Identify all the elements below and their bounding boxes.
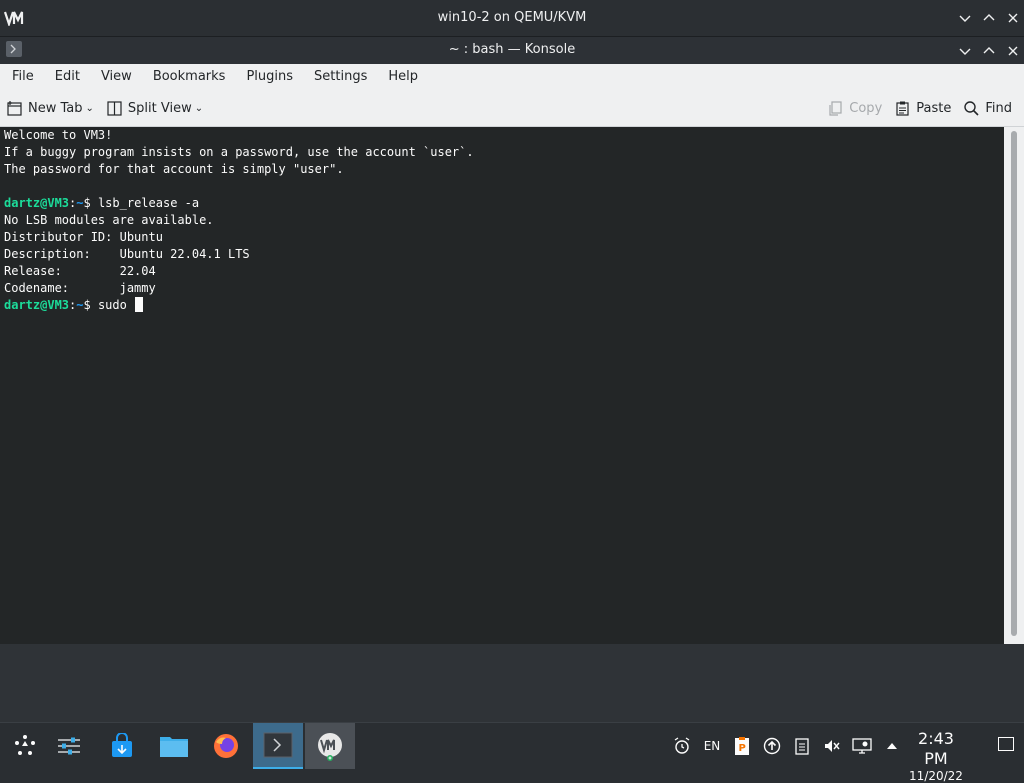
- close-icon: [1008, 46, 1017, 55]
- new-tab-label: New Tab: [28, 100, 83, 116]
- terminal-lines: Welcome to VM3! If a buggy program insist…: [0, 127, 1004, 314]
- konsole-window-title: ~ : bash — Konsole: [448, 42, 576, 57]
- copy-button[interactable]: Copy: [821, 93, 888, 123]
- update-icon[interactable]: [761, 735, 783, 757]
- network-display-icon[interactable]: [851, 735, 873, 757]
- discover-store-icon[interactable]: [97, 723, 147, 769]
- system-settings-icon[interactable]: [44, 723, 94, 769]
- prompt-path: ~: [76, 196, 84, 210]
- chevron-down-icon: ⌄: [85, 102, 94, 114]
- chevron-up-icon: [983, 46, 994, 53]
- konsole-minimize-button[interactable]: [953, 40, 976, 62]
- scrollbar-thumb[interactable]: [1011, 131, 1017, 636]
- vm-close-button[interactable]: [1001, 7, 1024, 29]
- copy-icon: [829, 100, 842, 116]
- prompt-command: sudo: [97, 298, 135, 312]
- menu-bar: File Edit View Bookmarks Plugins Setting…: [0, 64, 1024, 90]
- terminal-text-line: Release: 22.04: [4, 264, 156, 278]
- terminal-text-line: Distributor ID: Ubuntu: [4, 230, 163, 244]
- menu-file[interactable]: File: [0, 64, 43, 90]
- clipboard-p-icon[interactable]: P: [731, 735, 753, 757]
- paste-icon: [896, 101, 909, 116]
- digital-clock[interactable]: 2:43 PM 11/20/22: [904, 729, 968, 783]
- sliders-icon: [58, 737, 80, 755]
- konsole-window-controls: [952, 37, 1024, 64]
- application-launcher-icon[interactable]: [0, 723, 50, 769]
- split-view-label: Split View: [127, 100, 192, 116]
- terminal-text-line: Description: Ubuntu 22.04.1 LTS: [4, 247, 250, 261]
- folder-icon: [160, 737, 188, 757]
- terminal-text-line: [4, 178, 1004, 195]
- vm-minimize-button[interactable]: [953, 7, 976, 29]
- menu-plugins[interactable]: Plugins: [234, 64, 302, 90]
- find-button[interactable]: Find: [957, 93, 1018, 123]
- terminal-text-line: No LSB modules are available.: [4, 213, 214, 227]
- menu-settings[interactable]: Settings: [302, 64, 376, 90]
- konsole-titlebar[interactable]: ~ : bash — Konsole: [0, 37, 1024, 65]
- text-cursor: [135, 297, 144, 312]
- firefox-icon[interactable]: [201, 723, 251, 769]
- virt-manager-icon[interactable]: [305, 723, 355, 769]
- close-icon: [1008, 13, 1017, 23]
- prompt-command: lsb_release -a: [97, 196, 200, 210]
- prompt-user-host: dartz@VM3: [4, 196, 70, 210]
- virt-manager-logo-icon: [318, 733, 342, 761]
- paste-label: Paste: [916, 100, 952, 116]
- vm-window-controls: [952, 0, 1024, 36]
- vm-window-title: win10-2 on QEMU/KVM: [437, 10, 587, 25]
- terminal-icon: [263, 732, 293, 758]
- system-tray: EN P: [667, 723, 907, 769]
- search-icon: [964, 100, 979, 116]
- terminal-output[interactable]: Welcome to VM3! If a buggy program insist…: [0, 127, 1004, 644]
- shopping-bag-icon: [112, 733, 132, 757]
- chevron-up-icon: [983, 14, 994, 21]
- chevron-down-icon: ⌄: [194, 102, 204, 114]
- new-tab-button[interactable]: New Tab ⌄: [0, 93, 100, 123]
- alarm-icon[interactable]: [671, 735, 693, 757]
- taskbar: EN P 2:43 PM 11/20/22: [0, 722, 1024, 783]
- keyboard-layout-indicator[interactable]: EN: [701, 735, 723, 757]
- prompt-symbol: $: [83, 196, 98, 210]
- vm-background: [0, 644, 1024, 722]
- terminal-text-line: Codename: jammy: [4, 281, 156, 295]
- volume-muted-icon[interactable]: [821, 735, 843, 757]
- konsole-maximize-button[interactable]: [977, 40, 1000, 62]
- launcher-symbol-icon: [15, 735, 35, 755]
- svg-text:P: P: [739, 743, 746, 754]
- clock-time: 2:43 PM: [918, 729, 954, 768]
- konsole-close-button[interactable]: [1001, 40, 1024, 62]
- chevron-down-icon: [959, 48, 970, 55]
- prompt-path: ~: [76, 298, 84, 312]
- menu-bookmarks[interactable]: Bookmarks: [141, 64, 235, 90]
- terminal-text-line: The password for that account is simply …: [4, 162, 344, 176]
- split-view-icon: [107, 100, 122, 116]
- vm-maximize-button[interactable]: [977, 7, 1000, 29]
- toolbar-right-group: Copy Paste Find: [821, 93, 1018, 123]
- vm-window-titlebar[interactable]: win10-2 on QEMU/KVM: [0, 0, 1024, 37]
- firefox-logo-icon: [214, 734, 238, 758]
- find-label: Find: [985, 100, 1012, 116]
- menu-help[interactable]: Help: [376, 64, 427, 90]
- split-view-button[interactable]: Split View ⌄: [100, 93, 209, 123]
- new-tab-icon: [7, 100, 22, 116]
- clipboard-icon[interactable]: [791, 735, 813, 757]
- copy-label: Copy: [849, 100, 883, 116]
- terminal-text-line: Welcome to VM3!: [4, 128, 113, 142]
- prompt-user-host: dartz@VM3: [4, 298, 70, 312]
- konsole-toolbar: New Tab ⌄ Split View ⌄ Copy Paste Find: [0, 90, 1024, 127]
- menu-view[interactable]: View: [89, 64, 141, 90]
- prompt-symbol: $: [83, 298, 98, 312]
- show-desktop-button[interactable]: [998, 737, 1014, 751]
- dolphin-file-manager-icon[interactable]: [149, 723, 199, 769]
- paste-button[interactable]: Paste: [888, 93, 957, 123]
- menu-edit[interactable]: Edit: [43, 64, 89, 90]
- terminal-scrollbar[interactable]: [1004, 127, 1024, 644]
- clock-date: 11/20/22: [909, 769, 963, 783]
- terminal-prompt-line: dartz@VM3:~$ sudo: [4, 297, 1004, 314]
- terminal-prompt-line: dartz@VM3:~$ lsb_release -a: [4, 195, 1004, 212]
- konsole-icon[interactable]: [253, 723, 303, 769]
- terminal-text-line: If a buggy program insists on a password…: [4, 145, 474, 159]
- chevron-down-icon: [959, 15, 970, 22]
- tray-expand-arrow-icon[interactable]: [881, 735, 903, 757]
